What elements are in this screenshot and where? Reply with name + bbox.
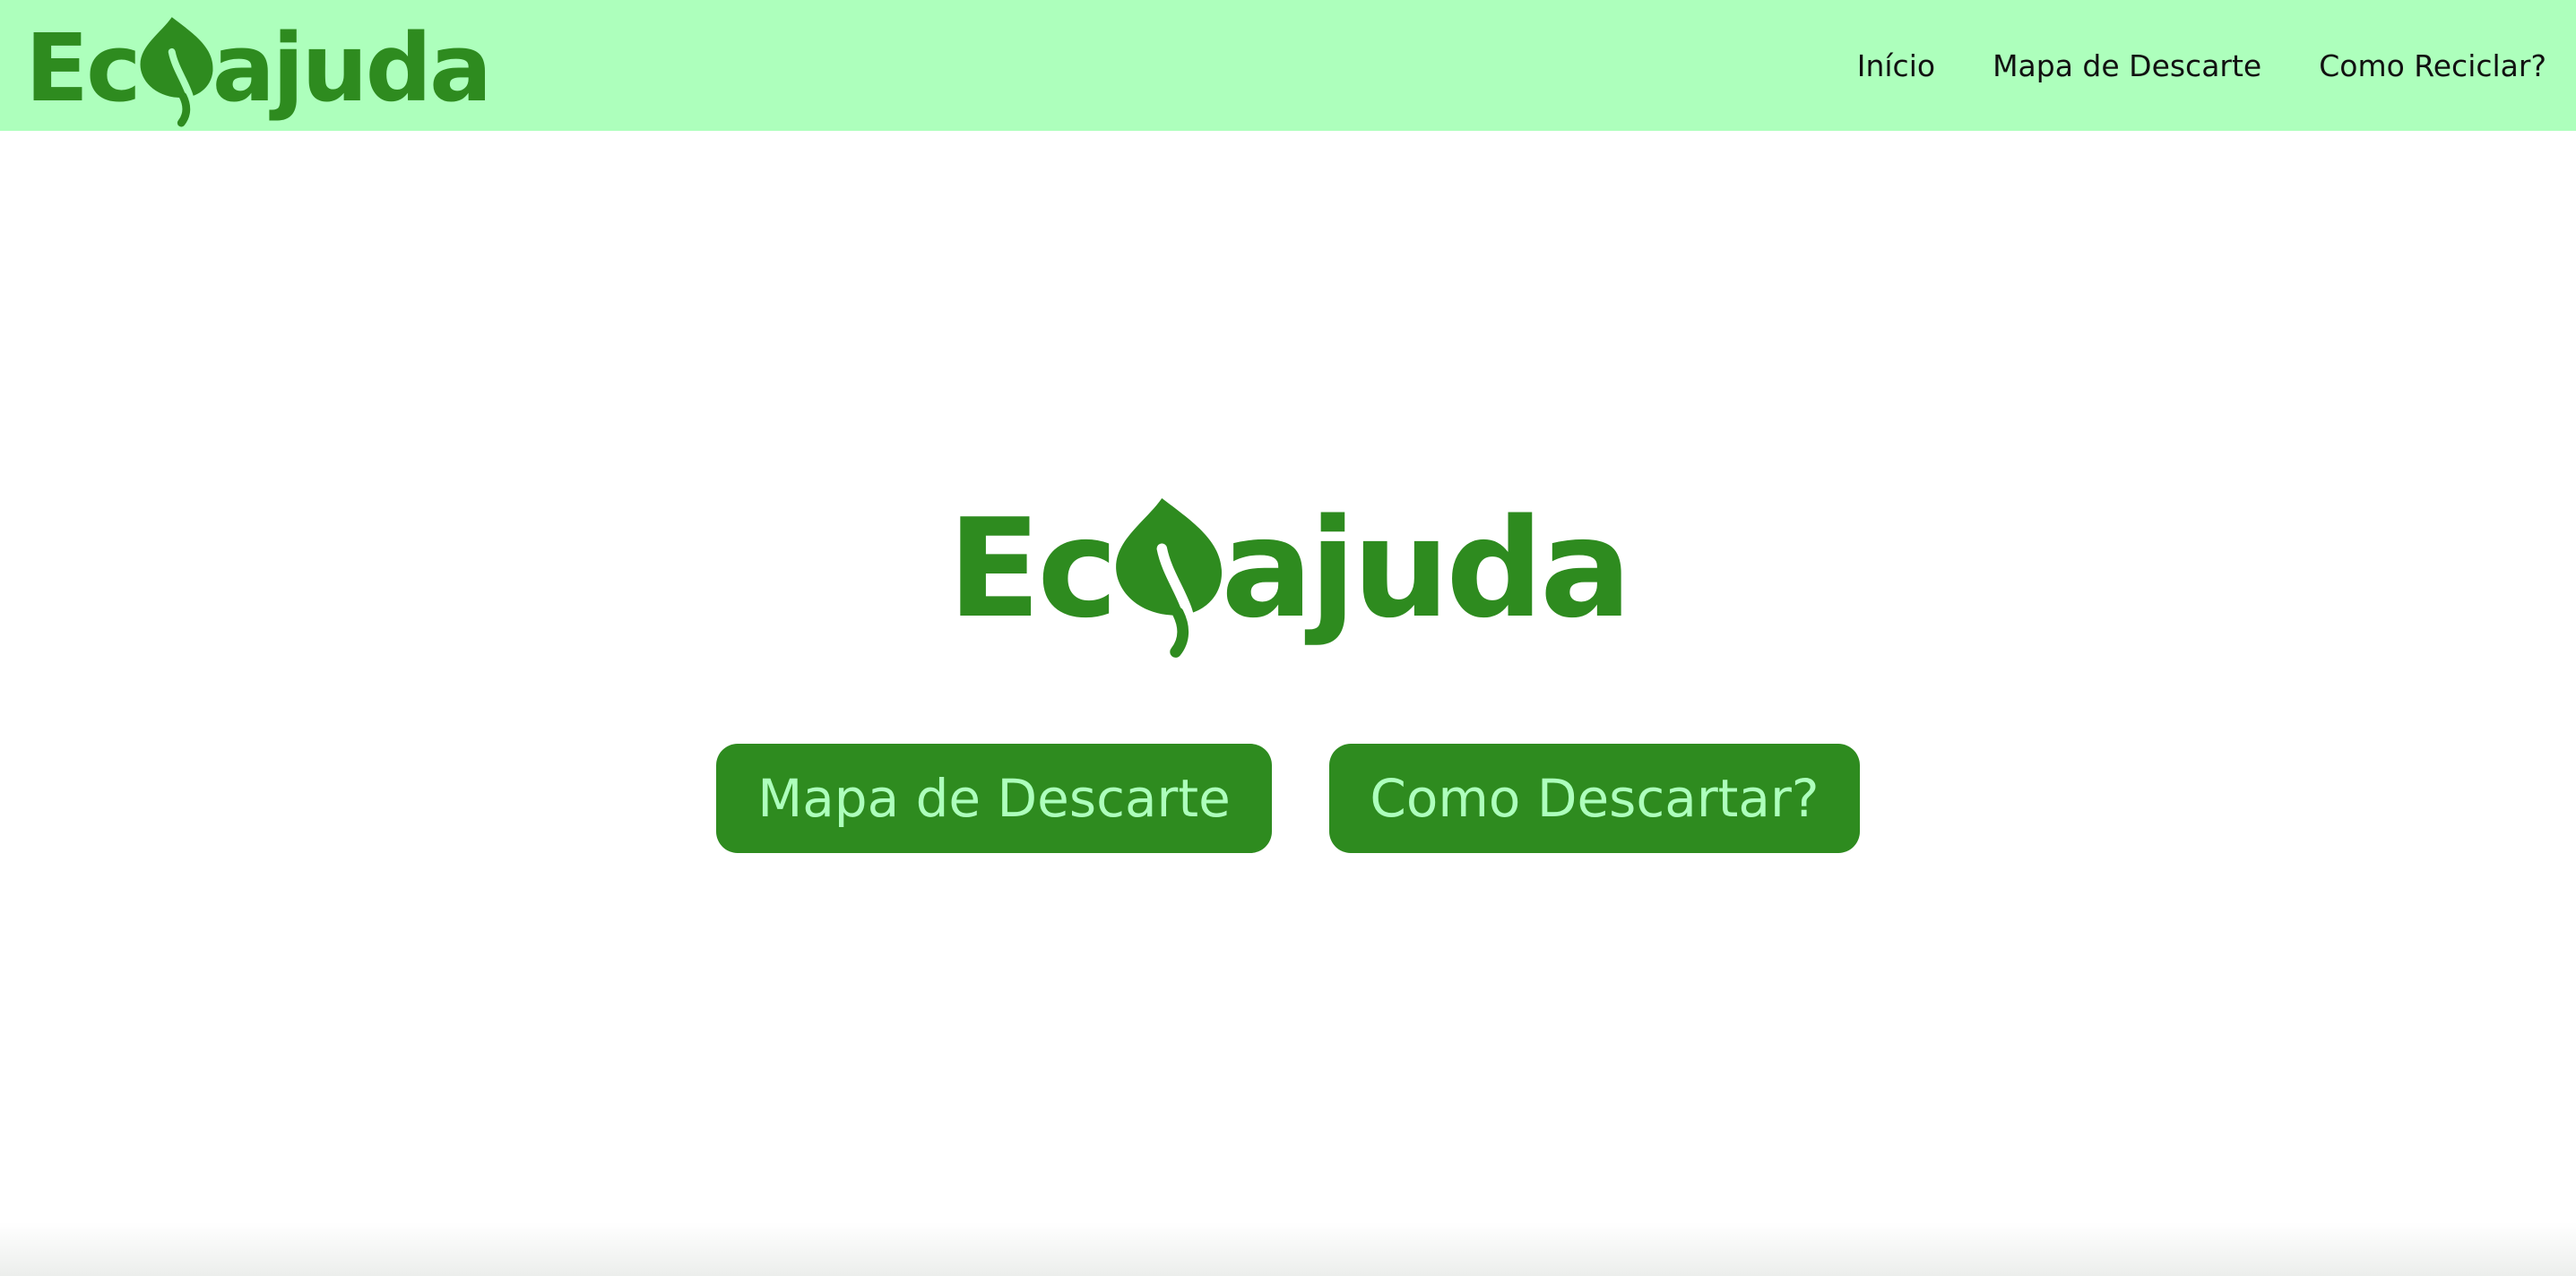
como-descartar-button[interactable]: Como Descartar? xyxy=(1329,744,1860,853)
main-nav: Início Mapa de Descarte Como Reciclar? xyxy=(1857,34,2546,97)
bottom-shadow xyxy=(0,1222,2576,1276)
hero-logo-text-prefix: Ec xyxy=(947,489,1118,648)
leaf-icon xyxy=(140,17,213,127)
hero-logo-wordmark: Ec ajuda xyxy=(947,487,1632,658)
logo-text-suffix: ajuda xyxy=(212,13,492,123)
logo-text-prefix: Ec xyxy=(25,13,142,123)
header-logo[interactable]: Ec ajuda xyxy=(25,7,492,129)
hero-logo: Ec ajuda xyxy=(0,484,2576,658)
mapa-de-descarte-button[interactable]: Mapa de Descarte xyxy=(716,744,1272,853)
leaf-icon xyxy=(1116,497,1223,658)
nav-link-mapa-de-descarte[interactable]: Mapa de Descarte xyxy=(1993,48,2261,83)
site-header: Ec ajuda Início Mapa de Descarte Como Re… xyxy=(0,0,2576,131)
nav-link-inicio[interactable]: Início xyxy=(1857,48,1935,83)
hero-logo-text-suffix: ajuda xyxy=(1221,489,1631,648)
hero-actions: Mapa de Descarte Como Descartar? xyxy=(0,744,2576,853)
nav-link-como-reciclar[interactable]: Como Reciclar? xyxy=(2319,48,2546,83)
